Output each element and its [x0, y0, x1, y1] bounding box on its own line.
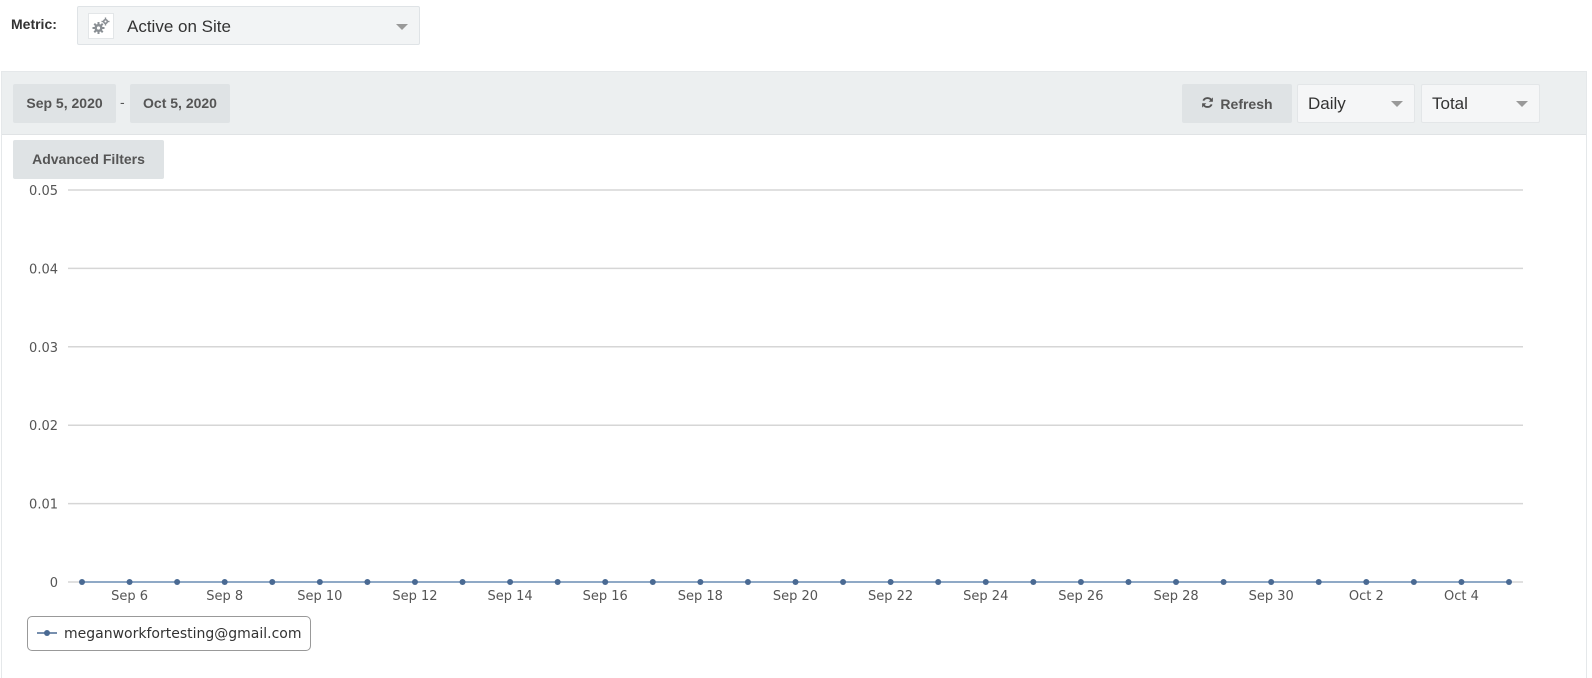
data-point[interactable]	[1173, 579, 1180, 585]
data-point[interactable]	[174, 579, 181, 585]
data-point[interactable]	[1220, 579, 1227, 585]
x-tick-label: Sep 24	[963, 589, 1008, 604]
x-tick-label: Sep 10	[297, 589, 342, 604]
series-layer	[79, 579, 1512, 585]
x-axis-ticks: Sep 6 Sep 8 Sep 10 Sep 12 Sep 14 Sep 16 Sep 18…	[111, 589, 1479, 604]
data-point[interactable]	[744, 579, 751, 585]
y-axis-ticks: 0 0.01 0.02 0.03 0.04 0.05	[29, 184, 58, 591]
y-tick-label: 0.02	[29, 419, 58, 434]
x-tick-label: Sep 22	[868, 589, 913, 604]
data-point[interactable]	[1125, 579, 1132, 585]
data-point[interactable]	[1268, 579, 1275, 585]
x-tick-label: Sep 12	[392, 589, 437, 604]
x-tick-label: Sep 16	[583, 589, 628, 604]
data-point[interactable]	[79, 579, 85, 585]
data-point[interactable]	[697, 579, 704, 585]
x-tick-label: Sep 30	[1249, 589, 1294, 604]
data-point[interactable]	[1458, 579, 1465, 585]
x-tick-label: Sep 6	[111, 589, 148, 604]
data-point[interactable]	[887, 579, 894, 585]
y-tick-label: 0.05	[29, 184, 58, 199]
y-tick-label: 0.03	[29, 341, 58, 356]
data-point[interactable]	[364, 579, 371, 585]
data-point[interactable]	[269, 579, 276, 585]
x-tick-label: Sep 20	[773, 589, 818, 604]
x-tick-label: Sep 26	[1058, 589, 1103, 604]
legend-item[interactable]: meganworkfortesting@gmail.com	[27, 616, 311, 651]
y-tick-label: 0	[50, 576, 58, 591]
data-point[interactable]	[1363, 579, 1370, 585]
data-point[interactable]	[840, 579, 847, 585]
y-tick-label: 0.01	[29, 498, 58, 513]
data-point[interactable]	[935, 579, 942, 585]
grid-lines	[68, 189, 1523, 583]
data-point[interactable]	[221, 579, 228, 585]
data-point[interactable]	[649, 579, 656, 585]
legend-label: meganworkfortesting@gmail.com	[64, 625, 302, 642]
x-tick-label: Sep 18	[678, 589, 723, 604]
data-point[interactable]	[316, 579, 323, 585]
x-tick-label: Sep 14	[488, 589, 533, 604]
legend-marker-icon	[36, 625, 58, 643]
y-tick-label: 0.04	[29, 262, 58, 277]
data-point[interactable]	[554, 579, 561, 585]
data-point[interactable]	[411, 579, 418, 585]
data-point[interactable]	[792, 579, 799, 585]
data-point[interactable]	[1410, 579, 1417, 585]
x-tick-label: Oct 2	[1349, 589, 1384, 604]
line-chart: 00.010.020.030.040.05 Sep 6 Sep 8 Sep 10 Se…	[29, 184, 1523, 604]
x-tick-label: Sep 28	[1153, 589, 1198, 604]
data-point[interactable]	[1030, 579, 1037, 585]
data-point[interactable]	[507, 579, 514, 585]
data-point[interactable]	[602, 579, 609, 585]
x-tick-label: Oct 4	[1444, 589, 1479, 604]
data-point[interactable]	[459, 579, 466, 585]
data-point[interactable]	[1315, 579, 1322, 585]
data-point[interactable]	[982, 579, 989, 585]
data-point[interactable]	[126, 579, 133, 585]
data-point[interactable]	[1077, 579, 1084, 585]
x-tick-label: Sep 8	[206, 589, 243, 604]
data-point[interactable]	[1506, 579, 1512, 585]
